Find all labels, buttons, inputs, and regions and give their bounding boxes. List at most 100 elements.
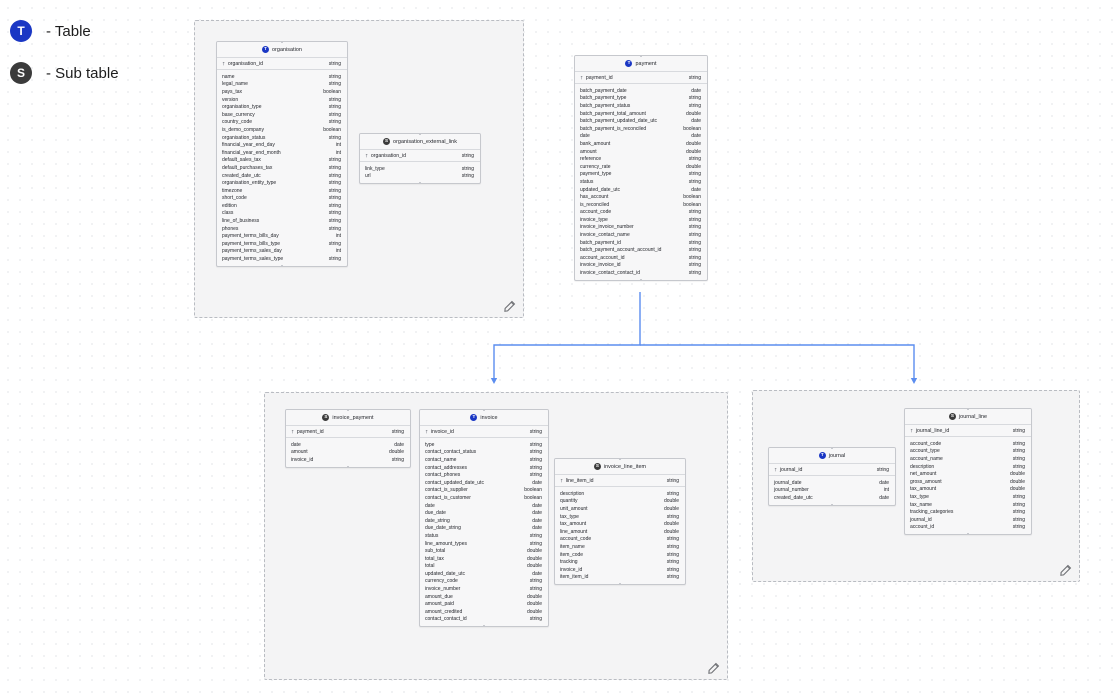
field-type: string <box>461 165 474 172</box>
entity-card-invoice[interactable]: Tinvoice ↗ invoice_id string type string conta… <box>419 409 549 628</box>
connector-port-bottom[interactable] <box>483 625 485 627</box>
field-name: contact_contact_status <box>425 449 477 456</box>
field-name: sub_total <box>425 548 446 555</box>
field-type: date <box>532 479 542 486</box>
field-row: description string <box>905 463 1031 471</box>
field-name: total <box>425 563 435 570</box>
table-badge-icon: T <box>818 452 826 459</box>
field-type: double <box>685 110 701 117</box>
field-type: string <box>328 96 341 103</box>
field-row: account_code string <box>905 440 1031 448</box>
connector-port-bottom[interactable] <box>419 182 421 184</box>
primary-key-row: ↗ journal_line_id string <box>905 425 1031 437</box>
field-row: contact_is_supplier boolean <box>420 487 548 495</box>
field-row: account_id string <box>905 524 1031 532</box>
entity-card-invoice_payment[interactable]: Sinvoice_payment ↗ payment_id string date dat… <box>285 409 411 468</box>
field-row: tax_amount double <box>905 486 1031 494</box>
field-name: batch_payment_account_account_id <box>580 247 662 254</box>
field-row: date date <box>420 502 548 510</box>
edit-pencil-icon[interactable] <box>708 662 720 674</box>
field-row: bank_amount double <box>575 140 707 148</box>
field-name: contact_addresses <box>425 464 467 471</box>
field-row: journal_id string <box>905 516 1031 524</box>
field-type: string <box>328 119 341 126</box>
field-name: tax_name <box>910 501 932 508</box>
connector-port-top[interactable] <box>281 41 283 43</box>
connector-port-bottom[interactable] <box>619 583 621 585</box>
entity-card-organisation_external_link[interactable]: Sorganisation_external_link ↗ organisation… <box>359 133 481 185</box>
edit-pencil-icon[interactable] <box>504 300 516 312</box>
field-name: amount <box>580 148 597 155</box>
connector-port-top[interactable] <box>967 409 969 410</box>
entity-header-payment: Tpayment <box>575 56 707 72</box>
connector-port-bottom[interactable] <box>831 503 833 505</box>
entity-card-invoice_line_item[interactable]: Sinvoice_line_item ↗ line_item_id string des… <box>554 458 686 586</box>
field-row: invoice_number string <box>420 585 548 593</box>
field-row: short_code string <box>217 195 347 203</box>
primary-key-type: string <box>328 60 341 67</box>
field-type: date <box>691 118 701 125</box>
entity-card-payment[interactable]: Tpayment ↗ payment_id string batch_payment_d… <box>574 55 708 281</box>
field-type: double <box>526 555 542 562</box>
field-name: journal_date <box>774 479 802 486</box>
field-type: int <box>335 149 341 156</box>
edit-pencil-icon[interactable] <box>1060 564 1072 576</box>
field-type: string <box>328 218 341 225</box>
field-type: string <box>688 247 701 254</box>
field-name: class <box>222 210 234 217</box>
field-type: boolean <box>683 194 701 201</box>
field-row: line_of_business string <box>217 217 347 225</box>
field-row: base_currency string <box>217 111 347 119</box>
field-row: contact_contact_id string <box>420 616 548 624</box>
entity-card-organisation[interactable]: Torganisation ↗ organisation_id string name s… <box>216 41 348 267</box>
field-type: string <box>529 441 542 448</box>
connector-port-top[interactable] <box>619 459 621 460</box>
connector-port-top[interactable] <box>419 134 421 135</box>
connector-port-top[interactable] <box>347 409 349 411</box>
field-type: date <box>394 441 404 448</box>
field-row: batch_payment_total_amount double <box>575 110 707 118</box>
field-type: string <box>328 157 341 164</box>
field-type: boolean <box>683 125 701 132</box>
primary-key-row: ↗ payment_id string <box>575 72 707 84</box>
field-name: tax_amount <box>560 521 587 528</box>
field-row: line_amount_types string <box>420 540 548 548</box>
field-name: contact_is_supplier <box>425 487 468 494</box>
field-name: type <box>425 441 435 448</box>
field-type: boolean <box>683 201 701 208</box>
connector-port-bottom[interactable] <box>347 465 349 467</box>
field-type: date <box>691 186 701 193</box>
field-name: gross_amount <box>910 478 942 485</box>
primary-key-name: journal_id <box>779 466 803 473</box>
connector-port-top[interactable] <box>483 410 485 411</box>
connector-port-bottom[interactable] <box>967 533 969 535</box>
field-name: organisation_entity_type <box>222 180 277 187</box>
field-type: double <box>388 449 404 456</box>
primary-key-type: string <box>1012 427 1025 434</box>
field-row: unit_amount double <box>555 505 685 513</box>
connector-port-bottom[interactable] <box>640 278 642 280</box>
field-type: boolean <box>524 487 542 494</box>
field-name: pays_tax <box>222 88 243 95</box>
primary-key-row: ↗ payment_id string <box>286 426 410 438</box>
field-row: contact_contact_status string <box>420 449 548 457</box>
field-name: due_date <box>425 510 446 517</box>
field-row: organisation_entity_type string <box>217 179 347 187</box>
payment-to-journal-group <box>640 344 918 384</box>
entity-card-journal_line[interactable]: Sjournal_line ↗ journal_line_id string accou… <box>904 408 1032 536</box>
entity-card-journal[interactable]: Tjournal ↗ journal_id string journal_date dat… <box>768 447 896 506</box>
field-row: amount_paid double <box>420 600 548 608</box>
field-type: string <box>666 513 679 520</box>
connector-port-bottom[interactable] <box>281 264 283 266</box>
field-type: string <box>328 104 341 111</box>
entity-title-organisation: organisation <box>272 46 302 53</box>
field-row: currency_rate double <box>575 163 707 171</box>
field-name: payment_terms_bills_type <box>222 240 281 247</box>
field-row: invoice_id string <box>286 456 410 464</box>
connector-port-top[interactable] <box>640 55 642 57</box>
diagram-canvas[interactable]: T - Table S - Sub table Torganisation ↗ or… <box>0 0 1120 694</box>
field-type: string <box>688 232 701 239</box>
connector-port-top[interactable] <box>831 447 833 449</box>
field-row: contact_addresses string <box>420 464 548 472</box>
field-name: batch_payment_status <box>580 102 631 109</box>
